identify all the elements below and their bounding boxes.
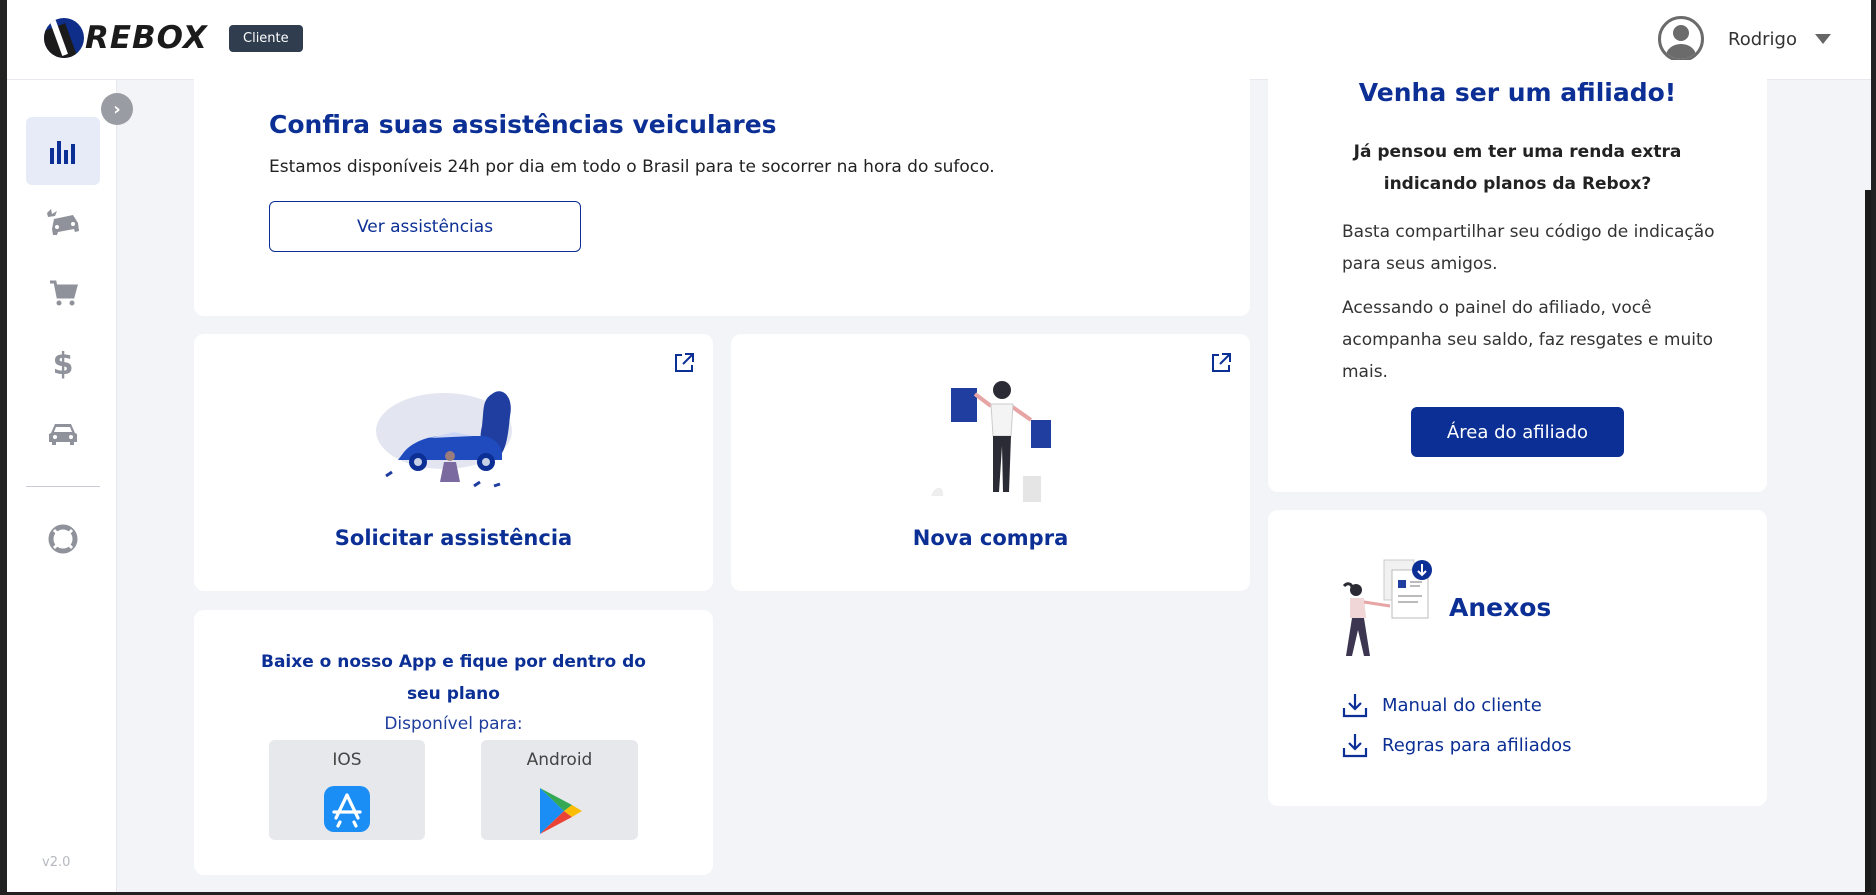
avatar-icon[interactable]: [1658, 16, 1705, 62]
ios-label: IOS: [332, 750, 362, 770]
download-regras-link[interactable]: Regras para afiliados: [1342, 732, 1572, 758]
android-store-button[interactable]: Android: [481, 740, 638, 840]
user-name[interactable]: Rodrigo: [1728, 29, 1797, 50]
window-frame-left: [0, 0, 7, 895]
app-download-title: Baixe o nosso App e fique por dentro do …: [261, 652, 646, 704]
google-play-icon: [539, 788, 582, 834]
anexos-card: Anexos Manual do cliente Regras para afi…: [1268, 510, 1767, 806]
chevron-down-icon[interactable]: [1815, 34, 1831, 44]
app-download-card: Baixe o nosso App e fique por dentro do …: [194, 610, 713, 875]
shopping-woman-illustration: [931, 381, 1051, 502]
window-frame-right: [1871, 0, 1876, 895]
nova-compra-card[interactable]: Nova compra: [731, 334, 1250, 591]
assistencias-subtitle: Estamos disponíveis 24h por dia em todo …: [269, 157, 995, 177]
user-menu[interactable]: Rodrigo: [1658, 16, 1831, 62]
bar-chart-icon: [50, 141, 75, 164]
download-icon: [1342, 734, 1368, 758]
ios-store-button[interactable]: IOS: [269, 740, 425, 840]
sidebar-item-compras[interactable]: [26, 259, 100, 327]
afiliado-paragraph-1: Basta compartilhar seu código de indicaç…: [1342, 222, 1715, 274]
sidebar-item-assistencias[interactable]: [26, 188, 100, 256]
logo-mark-icon: [44, 18, 84, 58]
afiliado-question: Já pensou em ter uma renda extra indican…: [1353, 142, 1682, 194]
app-store-icon: [324, 786, 370, 832]
sidebar-item-financeiro[interactable]: $: [26, 330, 100, 398]
download-manual-link[interactable]: Manual do cliente: [1342, 692, 1542, 718]
sidebar-item-dashboard[interactable]: [26, 117, 100, 185]
car-icon: [49, 424, 77, 445]
sidebar-toggle-button[interactable]: ›: [101, 93, 133, 125]
logo-text: REBOX: [85, 20, 208, 56]
app-version: v2.0: [42, 855, 71, 870]
available-label: Disponível para:: [384, 714, 523, 734]
ver-assistencias-button[interactable]: Ver assistências: [269, 201, 581, 252]
lifebuoy-icon: [48, 524, 78, 554]
nova-compra-label[interactable]: Nova compra: [731, 526, 1250, 550]
download-icon: [1342, 694, 1368, 718]
afiliado-title: Venha ser um afiliado!: [1358, 78, 1677, 107]
sidebar-item-veiculos[interactable]: [26, 400, 100, 468]
anexos-title: Anexos: [1449, 593, 1552, 622]
sidebar-item-suporte[interactable]: [26, 505, 100, 573]
afiliado-paragraph-2: Acessando o painel do afiliado, você aco…: [1342, 298, 1714, 382]
sidebar: $ v2.0: [7, 80, 117, 892]
assistencias-title: Confira suas assistências veiculares: [269, 110, 777, 139]
solicitar-assistencia-label[interactable]: Solicitar assistência: [194, 526, 713, 550]
android-label: Android: [526, 750, 593, 770]
sidebar-divider: [26, 486, 100, 487]
afiliado-card: Venha ser um afiliado! Já pensou em ter …: [1268, 60, 1767, 492]
chevron-right-icon: ›: [113, 98, 121, 120]
car-breakdown-illustration: [376, 391, 512, 488]
dollar-icon: $: [52, 346, 74, 382]
role-badge: Cliente: [229, 25, 303, 52]
car-crash-icon: [47, 209, 79, 235]
area-do-afiliado-button[interactable]: Área do afiliado: [1411, 407, 1624, 457]
documents-illustration: [1342, 559, 1432, 656]
external-link-icon[interactable]: [673, 352, 695, 374]
assistencias-card: Confira suas assistências veiculares Est…: [194, 60, 1250, 316]
rebox-logo[interactable]: REBOX: [44, 18, 208, 58]
cart-icon: [50, 280, 78, 306]
solicitar-assistencia-card[interactable]: Solicitar assistência: [194, 334, 713, 591]
download-label[interactable]: Manual do cliente: [1382, 695, 1542, 716]
download-label[interactable]: Regras para afiliados: [1382, 735, 1572, 756]
external-link-icon[interactable]: [1210, 352, 1232, 374]
